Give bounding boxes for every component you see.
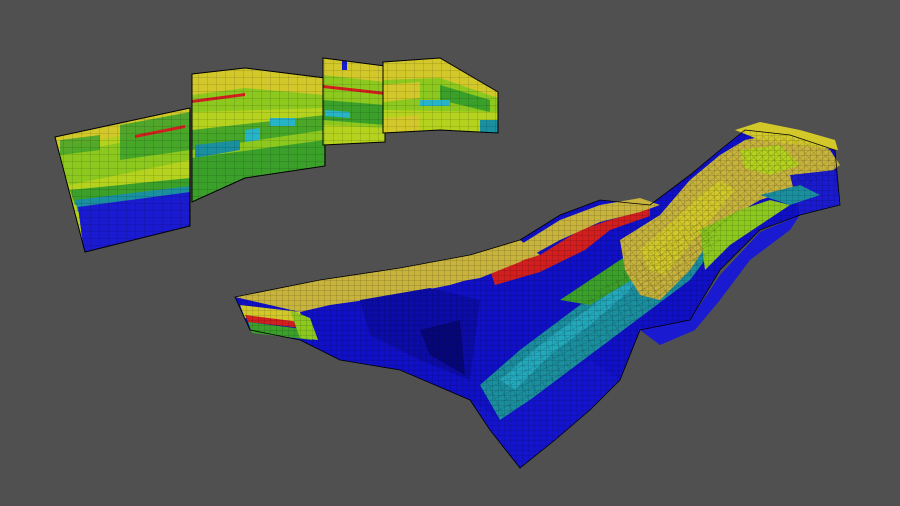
fence-panel-2 [192, 68, 325, 202]
scene-canvas[interactable] [0, 0, 900, 506]
fence-panel-4 [383, 58, 498, 133]
3d-viewport[interactable] [0, 0, 900, 506]
fence-diagram [54, 57, 499, 253]
3d-grid-model[interactable] [234, 122, 841, 469]
fence-panel-1 [55, 108, 190, 252]
fence-panel-3 [323, 58, 385, 145]
